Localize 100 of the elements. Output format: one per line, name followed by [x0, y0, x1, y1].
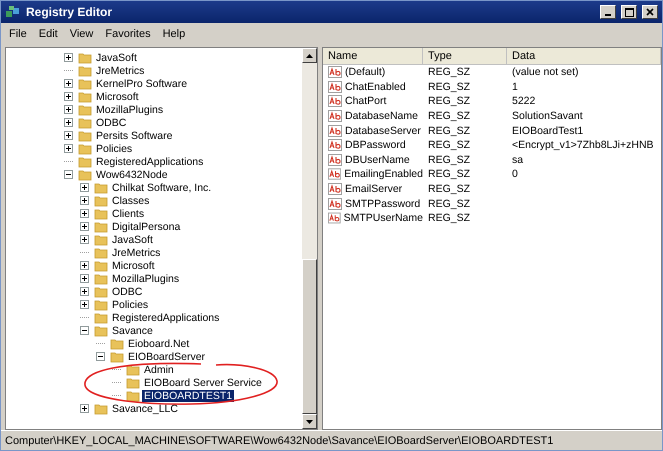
- tree-item[interactable]: Policies: [94, 142, 134, 154]
- column-header[interactable]: Type: [423, 48, 507, 65]
- menu-item[interactable]: File: [3, 26, 33, 42]
- string-value-icon: [328, 183, 342, 196]
- value-data: sa: [511, 154, 524, 166]
- value-type: REG_SZ: [427, 139, 472, 152]
- folder-icon: [126, 376, 140, 388]
- value-data: <Encrypt_v1>7Zhb8LJi+zHNB: [511, 139, 655, 152]
- window-title: Registry Editor: [26, 5, 114, 19]
- folder-icon: [94, 208, 108, 220]
- maximize-button[interactable]: [621, 5, 637, 19]
- folder-icon: [78, 130, 92, 142]
- menu-item[interactable]: Favorites: [99, 26, 157, 42]
- folder-icon: [94, 402, 108, 414]
- value-type: REG_SZ: [427, 212, 472, 224]
- expand-icon[interactable]: [80, 300, 89, 309]
- folder-icon: [94, 272, 108, 284]
- string-value-icon: [328, 66, 342, 78]
- value-name[interactable]: DatabaseName: [323, 110, 423, 122]
- expand-icon[interactable]: [80, 235, 89, 244]
- tree-item[interactable]: EIOBOARDTEST1: [142, 390, 234, 402]
- value-type: REG_SZ: [427, 198, 472, 210]
- tree-item[interactable]: Clients: [110, 208, 146, 220]
- string-value-icon: [328, 139, 342, 152]
- expand-icon[interactable]: [64, 79, 73, 88]
- value-type: REG_SZ: [427, 154, 472, 166]
- collapse-icon[interactable]: [80, 326, 89, 335]
- tree-item[interactable]: RegisteredApplications: [110, 312, 222, 324]
- tree-item[interactable]: EIOBoardServer: [126, 350, 208, 362]
- value-name[interactable]: EmailingEnabled: [323, 168, 423, 180]
- tree-item[interactable]: JreMetrics: [110, 246, 162, 258]
- tree-item[interactable]: MozillaPlugins: [110, 272, 182, 284]
- value-type: REG_SZ: [427, 66, 472, 78]
- expand-icon[interactable]: [64, 118, 73, 127]
- scrollbar[interactable]: [302, 48, 317, 429]
- tree-item[interactable]: Persits Software: [94, 130, 174, 142]
- tree-item[interactable]: JreMetrics: [94, 64, 146, 76]
- value-name[interactable]: DBUserName: [323, 154, 423, 166]
- expand-icon[interactable]: [80, 183, 89, 192]
- minimize-button[interactable]: [600, 5, 616, 19]
- tree-item[interactable]: Chilkat Software, Inc.: [110, 182, 214, 194]
- folder-icon: [78, 142, 92, 154]
- column-header[interactable]: Data: [507, 48, 661, 65]
- value-name[interactable]: (Default): [323, 66, 423, 78]
- expand-icon[interactable]: [64, 92, 73, 101]
- expand-icon[interactable]: [80, 209, 89, 218]
- expand-icon[interactable]: [80, 261, 89, 270]
- value-name[interactable]: EmailServer: [323, 183, 423, 196]
- value-type: REG_SZ: [427, 124, 472, 137]
- folder-icon: [94, 286, 108, 298]
- value-name[interactable]: ChatEnabled: [323, 80, 423, 93]
- folder-icon: [94, 182, 108, 194]
- tree-item[interactable]: Savance_LLC: [110, 402, 180, 414]
- expand-icon[interactable]: [80, 196, 89, 205]
- value-data: EIOBoardTest1: [511, 124, 584, 137]
- expand-icon[interactable]: [64, 53, 73, 62]
- folder-icon: [94, 312, 108, 324]
- menu-item[interactable]: Help: [156, 26, 192, 42]
- tree-item[interactable]: JavaSoft: [94, 52, 139, 64]
- value-name[interactable]: SMTPPassword: [323, 198, 423, 210]
- tree-item[interactable]: Microsoft: [94, 90, 141, 102]
- expand-icon[interactable]: [64, 131, 73, 140]
- tree-item[interactable]: MozillaPlugins: [94, 104, 166, 116]
- tree-item[interactable]: Policies: [110, 298, 150, 310]
- folder-icon: [110, 350, 124, 362]
- tree-item[interactable]: Eioboard.Net: [126, 338, 192, 350]
- folder-icon: [94, 220, 108, 232]
- tree-item[interactable]: Admin: [142, 364, 176, 376]
- column-header[interactable]: Name: [323, 48, 423, 65]
- expand-icon[interactable]: [64, 144, 73, 153]
- expand-icon[interactable]: [80, 404, 89, 413]
- tree-item[interactable]: ODBC: [94, 116, 128, 128]
- tree-item[interactable]: Savance: [110, 324, 155, 336]
- menu-item[interactable]: View: [64, 26, 100, 42]
- tree-item[interactable]: KernelPro Software: [94, 78, 190, 90]
- string-value-icon: [328, 80, 342, 93]
- scroll-thumb[interactable]: [302, 259, 317, 414]
- value-name[interactable]: ChatPort: [323, 95, 423, 108]
- tree-item[interactable]: Microsoft: [110, 260, 157, 272]
- tree-item[interactable]: RegisteredApplications: [94, 156, 206, 168]
- tree-item[interactable]: Classes: [110, 194, 152, 206]
- value-name[interactable]: DatabaseServer: [323, 124, 423, 137]
- tree-item[interactable]: EIOBoard Server Service: [142, 376, 264, 388]
- expand-icon[interactable]: [80, 287, 89, 296]
- menu-item[interactable]: Edit: [32, 26, 64, 42]
- expand-icon[interactable]: [64, 105, 73, 114]
- collapse-icon[interactable]: [96, 352, 105, 361]
- collapse-icon[interactable]: [64, 170, 73, 179]
- value-name[interactable]: SMTPUserName: [323, 212, 423, 224]
- value-type: REG_SZ: [427, 80, 472, 93]
- scroll-down-button[interactable]: [302, 414, 317, 429]
- tree-item[interactable]: JavaSoft: [110, 234, 155, 246]
- tree-item[interactable]: DigitalPersona: [110, 220, 182, 232]
- value-name[interactable]: DBPassword: [323, 139, 423, 152]
- tree-item[interactable]: ODBC: [110, 286, 144, 298]
- close-button[interactable]: [642, 5, 658, 19]
- scroll-up-button[interactable]: [302, 48, 317, 63]
- expand-icon[interactable]: [80, 222, 89, 231]
- tree-item[interactable]: Wow6432Node: [94, 168, 170, 180]
- expand-icon[interactable]: [80, 274, 89, 283]
